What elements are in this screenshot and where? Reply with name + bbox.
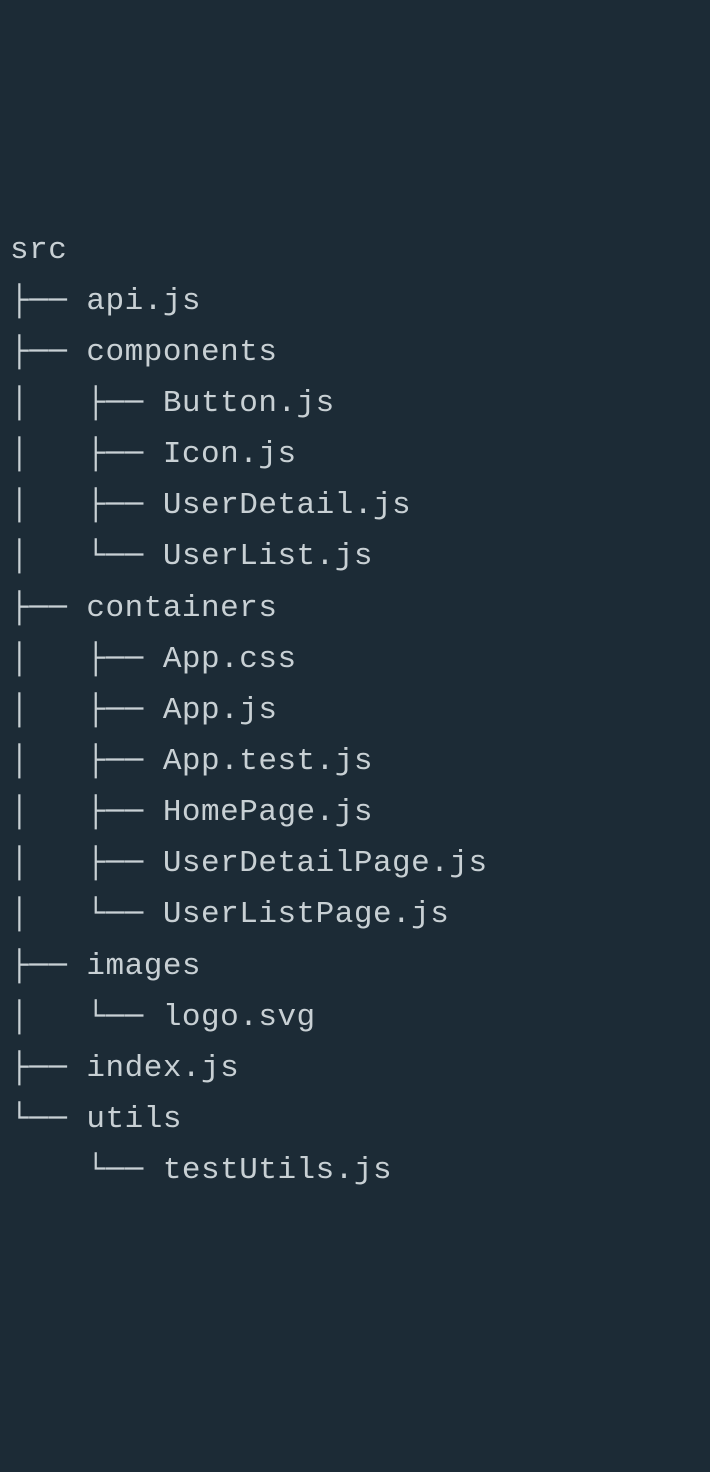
tree-folder: └── utils: [10, 1094, 700, 1145]
tree-folder: ├── images: [10, 941, 700, 992]
tree-file: │ ├── App.test.js: [10, 736, 700, 787]
tree-folder: ├── components: [10, 327, 700, 378]
tree-file: │ ├── App.css: [10, 634, 700, 685]
tree-file: │ ├── Button.js: [10, 378, 700, 429]
tree-folder: ├── containers: [10, 583, 700, 634]
tree-file: │ ├── UserDetail.js: [10, 480, 700, 531]
tree-file: │ └── UserList.js: [10, 531, 700, 582]
file-tree: src├── api.js├── components│ ├── Button.…: [10, 225, 700, 1197]
tree-file: │ ├── HomePage.js: [10, 787, 700, 838]
tree-root: src: [10, 225, 700, 276]
tree-file: │ └── logo.svg: [10, 992, 700, 1043]
tree-file: ├── api.js: [10, 276, 700, 327]
tree-file: │ └── UserListPage.js: [10, 889, 700, 940]
tree-file: │ ├── Icon.js: [10, 429, 700, 480]
tree-file: │ ├── UserDetailPage.js: [10, 838, 700, 889]
tree-file: └── testUtils.js: [10, 1145, 700, 1196]
tree-file: ├── index.js: [10, 1043, 700, 1094]
tree-file: │ ├── App.js: [10, 685, 700, 736]
